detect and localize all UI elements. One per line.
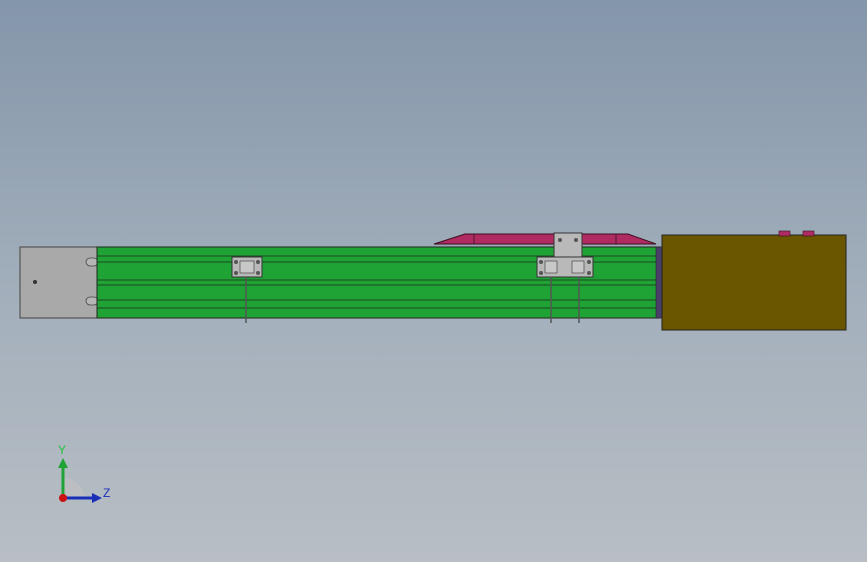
- z-axis-label: Z: [103, 486, 110, 500]
- slot-top: [85, 257, 99, 267]
- motor-housing[interactable]: [661, 230, 847, 331]
- blue-arrow-icon: [92, 493, 102, 503]
- red-dot-icon: [59, 494, 67, 502]
- screw-hole-icon: [33, 280, 37, 284]
- carriage-top-plate[interactable]: [433, 233, 657, 245]
- slot-bottom: [85, 296, 99, 306]
- cad-viewport[interactable]: Y Z: [0, 0, 867, 562]
- y-axis-label: Y: [58, 443, 66, 457]
- end-cap[interactable]: [19, 246, 99, 319]
- orientation-triad: Y Z: [58, 443, 110, 503]
- green-arrow-icon: [58, 458, 68, 468]
